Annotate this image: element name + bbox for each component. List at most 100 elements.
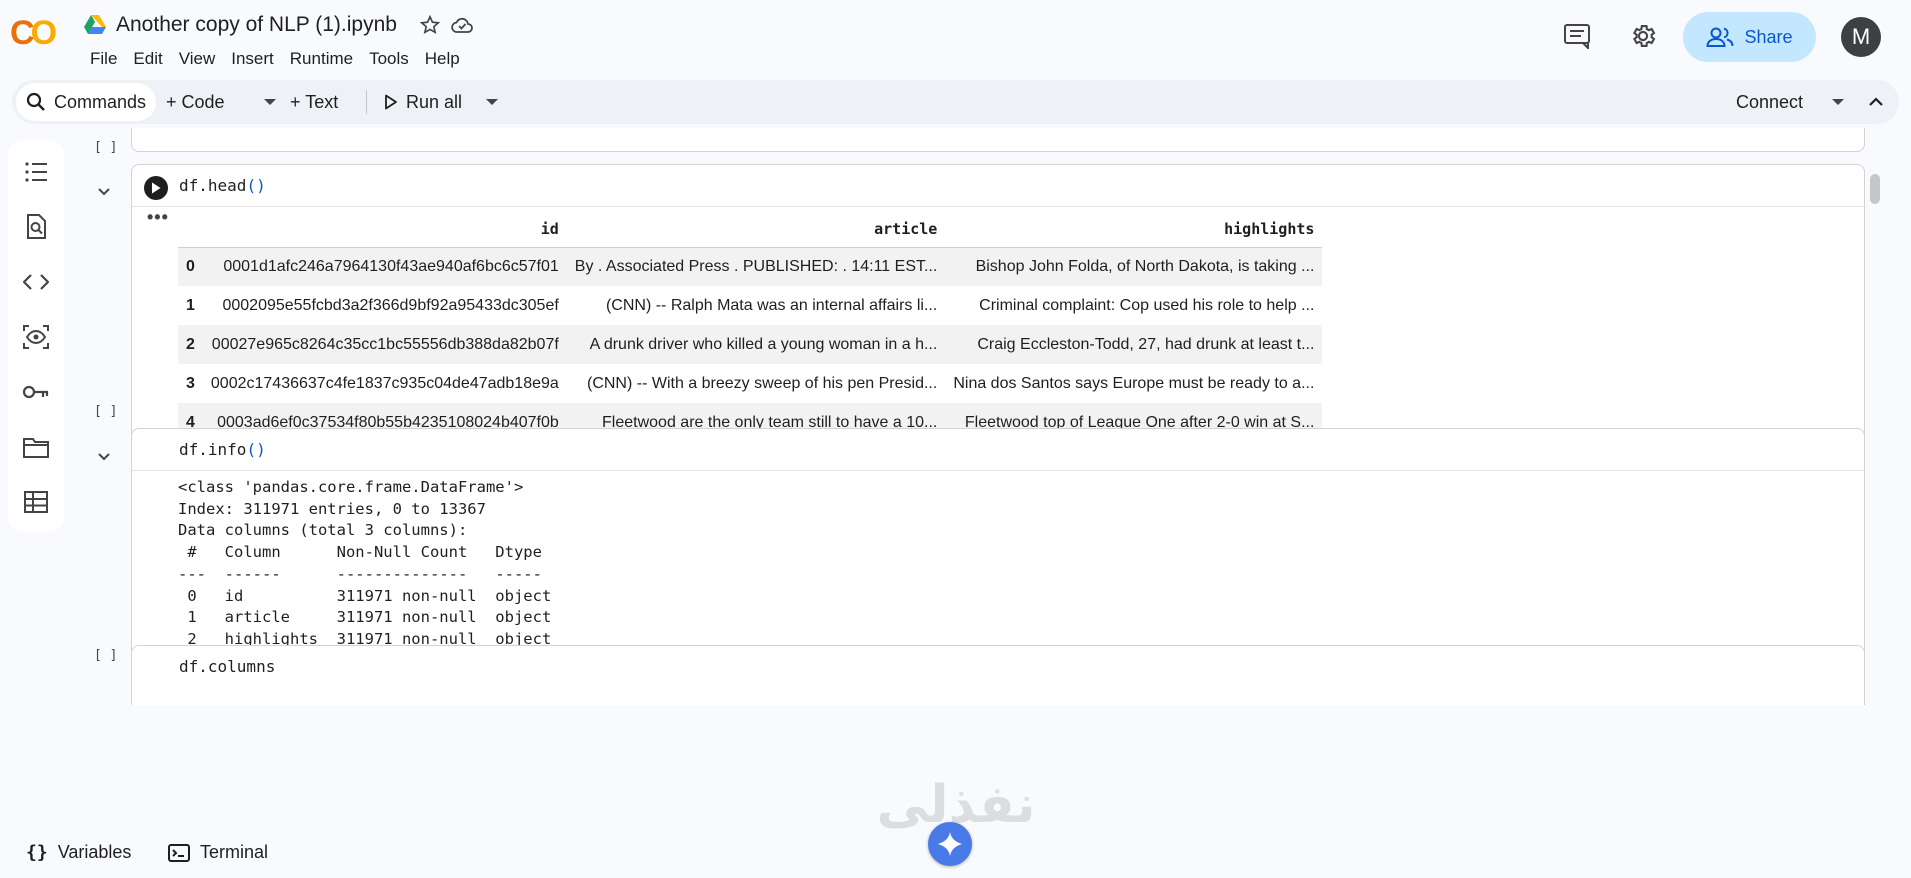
variable-inspector-icon[interactable]	[22, 323, 50, 351]
notebook-cells: [ ] df.head() ••• id article highlights	[76, 128, 1876, 816]
cloud-saved-icon[interactable]	[449, 12, 475, 38]
header: CO Another copy of NLP (1).ipynb File Ed…	[0, 0, 1911, 78]
connect-label: Connect	[1736, 91, 1804, 112]
row-index: 1	[186, 296, 195, 314]
row-index: 3	[186, 374, 195, 392]
add-text-label: + Text	[290, 91, 339, 112]
menu-edit[interactable]: Edit	[125, 47, 170, 71]
account-avatar[interactable]: M	[1841, 17, 1881, 57]
dataframe-table: id article highlights 0 0001d1afc246a796…	[178, 207, 1323, 442]
cell-highlights: Craig Eccleston-Todd, 27, had drunk at l…	[945, 325, 1323, 364]
commands-button[interactable]: Commands	[16, 83, 156, 121]
cell-article: (CNN) -- With a breezy sweep of his pen …	[586, 374, 938, 392]
row-index: 0	[178, 247, 203, 286]
menu-view[interactable]: View	[171, 47, 224, 71]
menu-file[interactable]: File	[82, 47, 125, 71]
code-cell-columns[interactable]: df.columns	[131, 645, 1865, 705]
code-cell-head[interactable]: df.head() ••• id article highlights 0 00…	[131, 164, 1865, 470]
code-text: df.head	[179, 176, 247, 195]
google-drive-icon	[84, 15, 106, 35]
notebook-title[interactable]: Another copy of NLP (1).ipynb	[116, 13, 397, 37]
cell-source[interactable]: df.head()	[179, 176, 266, 195]
caret-down-icon	[1832, 99, 1844, 105]
run-all-button[interactable]: Run all	[384, 83, 462, 121]
add-text-button[interactable]: + Text	[290, 83, 338, 121]
caret-down-icon	[486, 99, 498, 105]
files-folder-icon[interactable]	[22, 433, 50, 461]
run-all-label: Run all	[406, 91, 463, 112]
connect-button[interactable]: Connect	[1736, 83, 1803, 121]
comment-icon	[1564, 24, 1590, 49]
cell-highlights: Bishop John Folda, of North Dakota, is t…	[945, 247, 1323, 286]
terminal-label: Terminal	[200, 842, 269, 862]
cell-article: A drunk driver who killed a young woman …	[566, 325, 946, 364]
gemini-sparkle-icon	[938, 832, 962, 856]
code-snippets-icon[interactable]	[22, 268, 50, 296]
collapse-output-button[interactable]	[96, 184, 112, 200]
collapse-header-button[interactable]	[1864, 83, 1888, 121]
play-icon	[152, 182, 161, 194]
cell-source[interactable]: df.columns	[179, 657, 275, 676]
terminal-button[interactable]: Terminal	[168, 842, 268, 863]
menu-bar: File Edit View Insert Runtime Tools Help	[82, 47, 468, 71]
add-code-button[interactable]: + Code	[166, 83, 225, 121]
cell-source[interactable]: df.info()	[179, 440, 266, 459]
play-outline-icon	[385, 94, 397, 110]
star-icon[interactable]	[417, 12, 443, 38]
terminal-icon	[168, 843, 190, 862]
variables-label: Variables	[57, 842, 132, 862]
commands-label: Commands	[54, 91, 147, 112]
chevron-down-icon	[98, 453, 110, 461]
notebook-scrollbar[interactable]	[1870, 174, 1880, 204]
table-row: 2 00027e965c8264c35cc1bc55556db388da82b0…	[178, 325, 1323, 364]
cell-id: 0002095e55fcbd3a2f366d9bf92a95433dc305ef	[222, 296, 559, 314]
code-text: df.info	[179, 440, 247, 459]
add-code-label: + Code	[166, 91, 225, 112]
table-row: 1 0002095e55fcbd3a2f366d9bf92a95433dc305…	[178, 286, 1322, 325]
chevron-up-icon	[1869, 97, 1883, 106]
cell-execution-count: [ ]	[94, 404, 118, 419]
table-of-contents-icon[interactable]	[22, 158, 50, 186]
menu-help[interactable]: Help	[417, 47, 468, 71]
gemini-button[interactable]	[928, 822, 972, 866]
cell-execution-count: [ ]	[94, 648, 118, 663]
code-dropdown-button[interactable]	[258, 83, 282, 121]
data-table-icon[interactable]	[22, 488, 50, 516]
output-actions-icon[interactable]: •••	[147, 207, 169, 228]
side-rail	[8, 140, 64, 532]
cell-id: 0001d1afc246a7964130f43ae940af6bc6c57f01	[202, 247, 567, 286]
table-header-index	[178, 207, 203, 248]
chevron-down-icon	[98, 188, 110, 196]
share-button[interactable]: Share	[1683, 12, 1816, 62]
variables-button[interactable]: {} Variables	[26, 842, 131, 863]
connect-dropdown-button[interactable]	[1826, 83, 1850, 121]
previous-cell-edge	[131, 128, 1865, 152]
colab-logo[interactable]: CO	[10, 14, 64, 54]
gear-icon	[1633, 25, 1656, 47]
menu-runtime[interactable]: Runtime	[282, 47, 361, 71]
cell-output-divider	[132, 470, 1864, 471]
cell-highlights: Nina dos Santos says Europe must be read…	[953, 374, 1315, 392]
settings-button[interactable]	[1623, 16, 1663, 56]
secrets-key-icon[interactable]	[22, 378, 50, 406]
table-row: 0 0001d1afc246a7964130f43ae940af6bc6c57f…	[178, 247, 1323, 286]
cell-article: By . Associated Press . PUBLISHED: . 14:…	[566, 247, 946, 286]
people-icon	[1706, 27, 1734, 47]
find-replace-icon[interactable]	[22, 213, 50, 241]
menu-insert[interactable]: Insert	[223, 47, 282, 71]
run-cell-button[interactable]	[144, 176, 168, 200]
table-row: 3 0002c17436637c4fe1837c935c04de47adb18e…	[178, 364, 1322, 403]
comments-button[interactable]	[1557, 16, 1597, 56]
collapse-output-button[interactable]	[96, 449, 112, 465]
menu-tools[interactable]: Tools	[361, 47, 417, 71]
cell-execution-count: [ ]	[94, 140, 118, 155]
cell-highlights: Criminal complaint: Cop used his role to…	[979, 296, 1315, 314]
table-header-id: id	[202, 207, 567, 248]
table-header-row: id article highlights	[178, 207, 1323, 248]
caret-down-icon	[264, 99, 276, 105]
cell-id: 0002c17436637c4fe1837c935c04de47adb18e9a	[210, 374, 559, 392]
toolbar-divider	[366, 90, 367, 114]
code-cell-info[interactable]: df.info() <class 'pandas.core.frame.Data…	[131, 428, 1865, 691]
row-index: 2	[178, 325, 203, 364]
run-all-dropdown-button[interactable]	[480, 83, 504, 121]
